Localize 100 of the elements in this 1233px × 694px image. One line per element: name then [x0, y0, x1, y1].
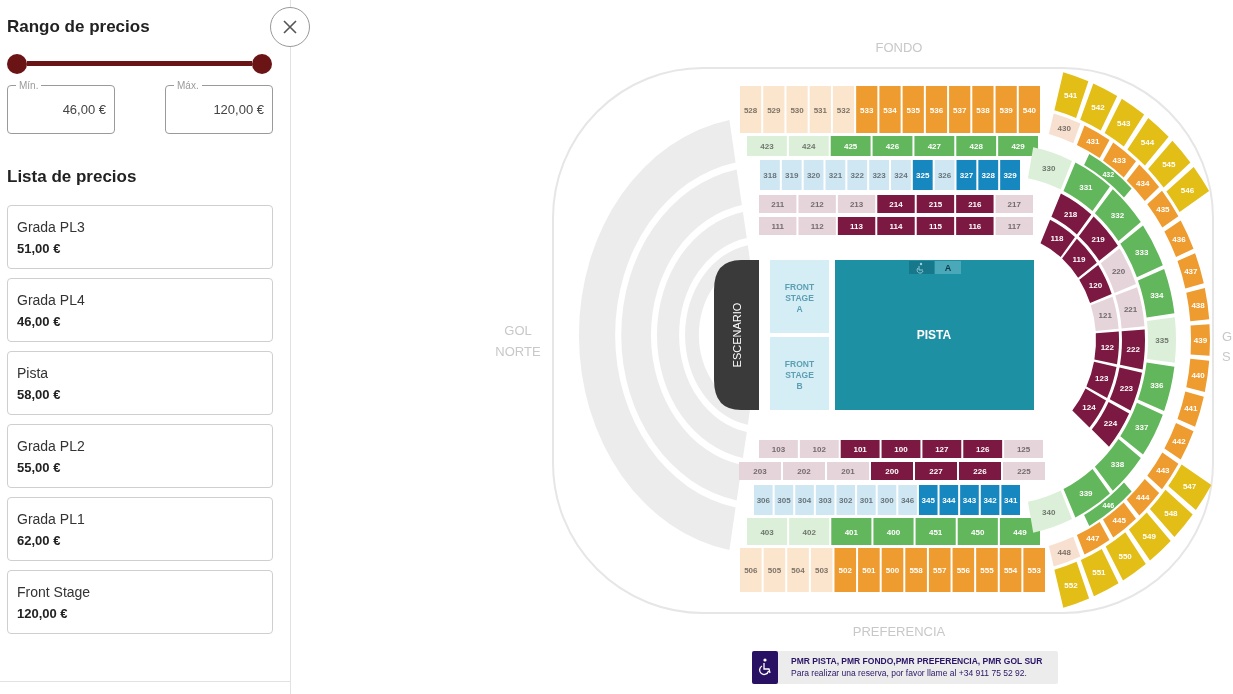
- seat-section[interactable]: 500: [881, 548, 904, 592]
- seat-section[interactable]: 447: [1076, 521, 1110, 555]
- seat-section[interactable]: 534: [879, 86, 901, 133]
- seat-section[interactable]: 113: [837, 217, 876, 235]
- seat-section[interactable]: 553: [1023, 548, 1045, 592]
- seat-section[interactable]: 444: [1126, 479, 1160, 516]
- seat-section[interactable]: 338: [1094, 439, 1141, 491]
- seat-section[interactable]: 557: [928, 548, 951, 592]
- seat-section[interactable]: 116: [956, 217, 994, 235]
- seat-section[interactable]: 214: [877, 195, 915, 213]
- seat-section[interactable]: 123: [1086, 361, 1117, 398]
- seat-section[interactable]: 503: [810, 548, 833, 592]
- seat-section[interactable]: 345: [918, 485, 938, 515]
- seat-section[interactable]: 202: [783, 462, 825, 480]
- seat-section[interactable]: 539: [995, 86, 1017, 133]
- seat-section[interactable]: 221: [1115, 287, 1145, 329]
- seat-section[interactable]: 556: [952, 548, 975, 592]
- seat-section[interactable]: 217: [995, 195, 1033, 213]
- seat-section[interactable]: 201: [827, 462, 869, 480]
- front-stage-section[interactable]: FRONT STAGE A: [770, 260, 829, 333]
- seat-section[interactable]: 502: [834, 548, 857, 592]
- seat-section[interactable]: 451: [915, 518, 956, 545]
- seat-section[interactable]: 501: [858, 548, 880, 592]
- seat-section[interactable]: 319: [781, 160, 802, 190]
- seat-section[interactable]: 321: [825, 160, 846, 190]
- seat-section[interactable]: 323: [869, 160, 889, 190]
- seat-section[interactable]: 324: [891, 160, 911, 190]
- seat-section[interactable]: 424: [788, 136, 829, 156]
- price-field[interactable]: Mín. 46,00 €: [7, 80, 115, 134]
- seat-section[interactable]: 538: [972, 86, 994, 133]
- seat-section[interactable]: 533: [856, 86, 878, 133]
- seat-section[interactable]: 402: [789, 518, 830, 545]
- seat-section[interactable]: 436: [1164, 220, 1194, 257]
- seat-section[interactable]: 125: [1004, 440, 1043, 458]
- seat-section[interactable]: 341: [1001, 485, 1020, 515]
- seat-section[interactable]: 302: [836, 485, 856, 515]
- seat-section[interactable]: 340: [1028, 490, 1072, 533]
- seat-section[interactable]: 443: [1147, 452, 1179, 490]
- slider-thumb[interactable]: [252, 54, 272, 74]
- seat-section[interactable]: 115: [916, 217, 955, 235]
- seat-section[interactable]: 505: [763, 548, 786, 592]
- price-slider[interactable]: [7, 54, 272, 74]
- price-field[interactable]: Máx. 120,00 €: [165, 80, 273, 134]
- seat-section[interactable]: 343: [960, 485, 979, 515]
- seat-section[interactable]: 530: [786, 86, 808, 133]
- seat-section[interactable]: 439: [1190, 324, 1210, 356]
- seat-section[interactable]: 337: [1120, 402, 1163, 455]
- price-card[interactable]: Pista 58,00 €: [7, 351, 273, 415]
- price-card[interactable]: Front Stage 120,00 €: [7, 570, 273, 634]
- seat-section[interactable]: 211: [759, 195, 797, 213]
- seat-section[interactable]: 403: [747, 518, 788, 545]
- seat-section[interactable]: 223: [1109, 367, 1142, 411]
- seat-section[interactable]: 532: [832, 86, 855, 133]
- seat-section[interactable]: 227: [915, 462, 957, 480]
- seat-section[interactable]: 200: [871, 462, 913, 480]
- seat-section[interactable]: 430: [1048, 113, 1081, 144]
- seat-section[interactable]: 536: [925, 86, 948, 133]
- seat-section[interactable]: 342: [980, 485, 1000, 515]
- seat-section[interactable]: 426: [872, 136, 913, 156]
- seat-section[interactable]: 303: [815, 485, 835, 515]
- seat-section[interactable]: 304: [795, 485, 814, 515]
- seat-section[interactable]: 330: [1028, 147, 1072, 190]
- slider-thumb[interactable]: [7, 54, 27, 74]
- seat-section[interactable]: 540: [1018, 86, 1040, 133]
- seat-section[interactable]: 438: [1186, 288, 1210, 322]
- seat-section[interactable]: 213: [837, 195, 876, 213]
- seat-section[interactable]: 102: [799, 440, 839, 458]
- pista-tab[interactable]: A: [935, 261, 961, 274]
- seat-section[interactable]: 440: [1186, 358, 1210, 392]
- seat-section[interactable]: 448: [1048, 536, 1081, 567]
- seat-section[interactable]: 442: [1164, 423, 1194, 460]
- seat-section[interactable]: 100: [881, 440, 921, 458]
- seat-section[interactable]: 346: [898, 485, 917, 515]
- seat-section[interactable]: 222: [1120, 329, 1145, 370]
- seat-section[interactable]: 435: [1147, 190, 1179, 228]
- close-button[interactable]: [270, 7, 310, 47]
- price-card[interactable]: Grada PL4 46,00 €: [7, 278, 273, 342]
- price-card[interactable]: Grada PL2 55,00 €: [7, 424, 273, 488]
- seat-section[interactable]: 327: [956, 160, 977, 190]
- seat-section[interactable]: 431: [1076, 125, 1110, 159]
- seat-section[interactable]: 506: [740, 548, 762, 592]
- seat-section[interactable]: 504: [787, 548, 809, 592]
- seat-section[interactable]: 320: [803, 160, 824, 190]
- front-stage-section[interactable]: FRONT STAGE B: [770, 337, 829, 410]
- seat-section[interactable]: 326: [934, 160, 955, 190]
- seat-section[interactable]: 401: [831, 518, 872, 545]
- seat-section[interactable]: 555: [976, 548, 998, 592]
- seat-section[interactable]: 114: [877, 217, 915, 235]
- seat-section[interactable]: 325: [912, 160, 933, 190]
- seat-section[interactable]: 118: [1040, 219, 1075, 258]
- seat-section[interactable]: 318: [760, 160, 780, 190]
- seat-section[interactable]: 334: [1138, 269, 1175, 318]
- seat-section[interactable]: 301: [857, 485, 876, 515]
- price-card[interactable]: Grada PL3 51,00 €: [7, 205, 273, 269]
- seat-section[interactable]: 329: [1000, 160, 1020, 190]
- seat-section[interactable]: 537: [949, 86, 971, 133]
- seat-section[interactable]: 558: [905, 548, 927, 592]
- seat-section[interactable]: 425: [830, 136, 871, 156]
- seat-section[interactable]: 122: [1094, 331, 1120, 365]
- seat-section[interactable]: 531: [809, 86, 831, 133]
